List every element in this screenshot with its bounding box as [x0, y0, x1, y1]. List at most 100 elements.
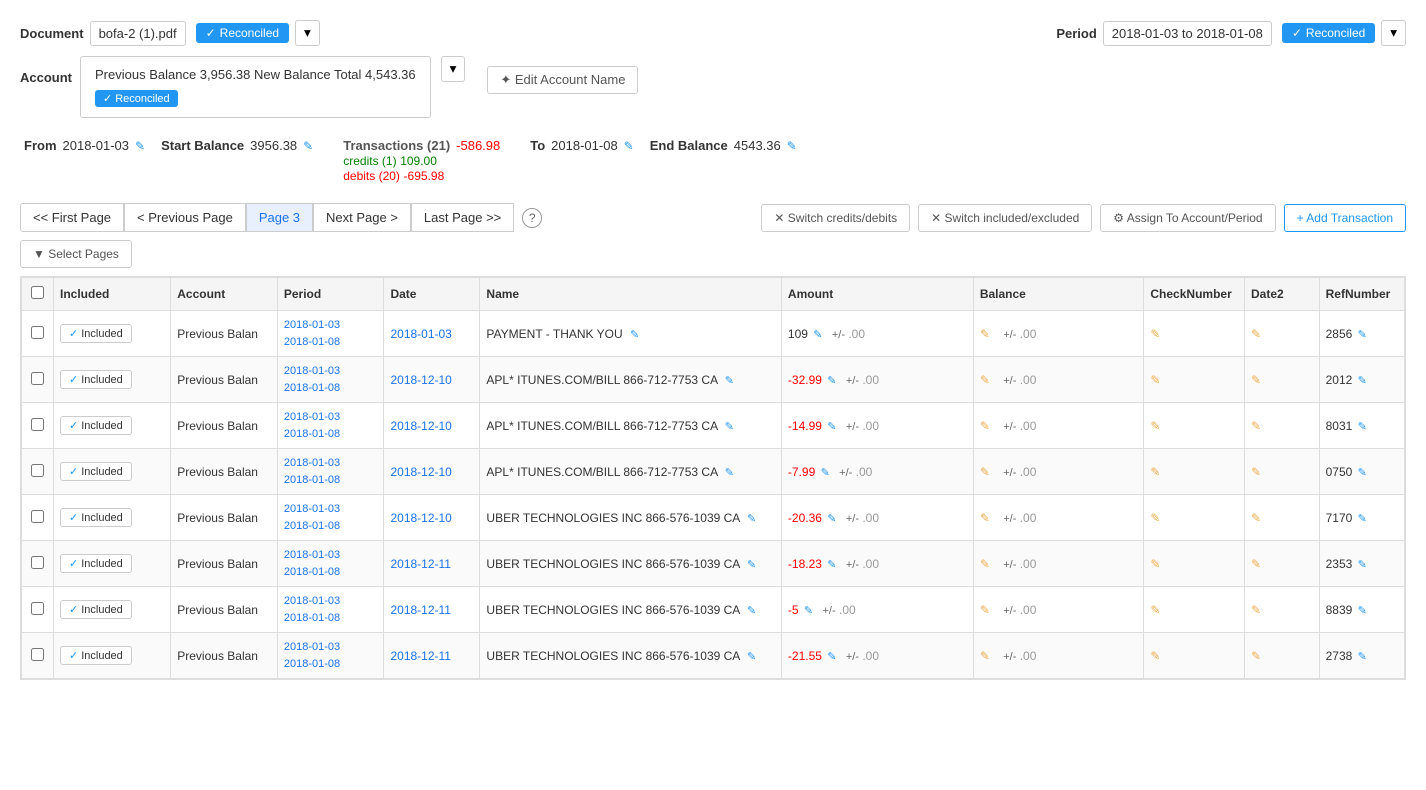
amount-plus-minus[interactable]: +/-	[846, 513, 859, 525]
balance-plus-minus[interactable]: +/-	[1003, 651, 1016, 663]
period-from-date[interactable]: 2018-01-03	[284, 593, 378, 610]
balance-edit-icon[interactable]: ✎	[980, 373, 990, 387]
help-icon[interactable]: ?	[522, 208, 542, 228]
row-checkbox-7[interactable]	[31, 648, 44, 661]
period-to-date[interactable]: 2018-01-08	[284, 656, 378, 673]
first-page-button[interactable]: << First Page	[20, 203, 124, 232]
name-edit-icon[interactable]: ✎	[725, 467, 734, 479]
balance-edit-icon[interactable]: ✎	[980, 649, 990, 663]
row-checkbox-3[interactable]	[31, 464, 44, 477]
row-checkbox-1[interactable]	[31, 372, 44, 385]
refnum-edit-icon[interactable]: ✎	[1358, 329, 1367, 341]
date2-edit-icon[interactable]: ✎	[1251, 649, 1261, 663]
balance-edit-icon[interactable]: ✎	[980, 419, 990, 433]
amount-edit-icon[interactable]: ✎	[827, 375, 836, 387]
switch-credits-debits-button[interactable]: ✕ Switch credits/debits	[761, 204, 910, 232]
add-transaction-button[interactable]: + Add Transaction	[1284, 204, 1406, 232]
refnum-edit-icon[interactable]: ✎	[1358, 513, 1367, 525]
balance-edit-icon[interactable]: ✎	[980, 465, 990, 479]
checknum-edit-icon[interactable]: ✎	[1150, 327, 1160, 341]
period-from-date[interactable]: 2018-01-03	[284, 639, 378, 656]
amount-plus-minus[interactable]: +/-	[846, 651, 859, 663]
included-badge[interactable]: ✓ Included	[60, 508, 132, 527]
period-to-date[interactable]: 2018-01-08	[284, 610, 378, 627]
select-pages-button[interactable]: ▼ Select Pages	[20, 240, 132, 268]
checknum-edit-icon[interactable]: ✎	[1150, 603, 1160, 617]
switch-included-excluded-button[interactable]: ✕ Switch included/excluded	[918, 204, 1092, 232]
balance-plus-minus[interactable]: +/-	[1003, 329, 1016, 341]
included-badge[interactable]: ✓ Included	[60, 416, 132, 435]
row-checkbox-4[interactable]	[31, 510, 44, 523]
included-badge[interactable]: ✓ Included	[60, 370, 132, 389]
date2-edit-icon[interactable]: ✎	[1251, 327, 1261, 341]
date2-edit-icon[interactable]: ✎	[1251, 603, 1261, 617]
amount-plus-minus[interactable]: +/-	[846, 559, 859, 571]
name-edit-icon[interactable]: ✎	[747, 605, 756, 617]
name-edit-icon[interactable]: ✎	[747, 651, 756, 663]
checknum-edit-icon[interactable]: ✎	[1150, 649, 1160, 663]
name-edit-icon[interactable]: ✎	[725, 375, 734, 387]
name-edit-icon[interactable]: ✎	[747, 559, 756, 571]
period-to-date[interactable]: 2018-01-08	[284, 564, 378, 581]
edit-account-name-button[interactable]: ✦ Edit Account Name	[487, 66, 638, 94]
period-to-date[interactable]: 2018-01-08	[284, 518, 378, 535]
amount-plus-minus[interactable]: +/-	[822, 605, 835, 617]
checknum-edit-icon[interactable]: ✎	[1150, 419, 1160, 433]
refnum-edit-icon[interactable]: ✎	[1358, 467, 1367, 479]
amount-edit-icon[interactable]: ✎	[821, 467, 830, 479]
end-balance-edit-icon[interactable]: ✎	[787, 139, 797, 153]
period-from-date[interactable]: 2018-01-03	[284, 547, 378, 564]
period-to-date[interactable]: 2018-01-08	[284, 426, 378, 443]
balance-edit-icon[interactable]: ✎	[980, 557, 990, 571]
row-checkbox-0[interactable]	[31, 326, 44, 339]
period-from-date[interactable]: 2018-01-03	[284, 317, 378, 334]
to-edit-icon[interactable]: ✎	[624, 139, 634, 153]
date2-edit-icon[interactable]: ✎	[1251, 557, 1261, 571]
period-to-date[interactable]: 2018-01-08	[284, 334, 378, 351]
amount-edit-icon[interactable]: ✎	[827, 513, 836, 525]
balance-edit-icon[interactable]: ✎	[980, 327, 990, 341]
balance-plus-minus[interactable]: +/-	[1003, 421, 1016, 433]
amount-edit-icon[interactable]: ✎	[804, 605, 813, 617]
refnum-edit-icon[interactable]: ✎	[1358, 651, 1367, 663]
checknum-edit-icon[interactable]: ✎	[1150, 511, 1160, 525]
balance-edit-icon[interactable]: ✎	[980, 511, 990, 525]
row-checkbox-5[interactable]	[31, 556, 44, 569]
included-badge[interactable]: ✓ Included	[60, 554, 132, 573]
balance-plus-minus[interactable]: +/-	[1003, 559, 1016, 571]
checknum-edit-icon[interactable]: ✎	[1150, 557, 1160, 571]
row-checkbox-2[interactable]	[31, 418, 44, 431]
amount-plus-minus[interactable]: +/-	[846, 375, 859, 387]
period-from-date[interactable]: 2018-01-03	[284, 409, 378, 426]
amount-edit-icon[interactable]: ✎	[827, 421, 836, 433]
select-all-checkbox[interactable]	[31, 286, 44, 299]
amount-edit-icon[interactable]: ✎	[827, 651, 836, 663]
row-checkbox-6[interactable]	[31, 602, 44, 615]
amount-edit-icon[interactable]: ✎	[813, 329, 822, 341]
included-badge[interactable]: ✓ Included	[60, 324, 132, 343]
amount-edit-icon[interactable]: ✎	[827, 559, 836, 571]
refnum-edit-icon[interactable]: ✎	[1358, 605, 1367, 617]
date2-edit-icon[interactable]: ✎	[1251, 373, 1261, 387]
period-from-date[interactable]: 2018-01-03	[284, 363, 378, 380]
balance-edit-icon[interactable]: ✎	[980, 603, 990, 617]
included-badge[interactable]: ✓ Included	[60, 600, 132, 619]
name-edit-icon[interactable]: ✎	[725, 421, 734, 433]
document-dropdown-button[interactable]: ▾	[295, 20, 320, 46]
period-from-date[interactable]: 2018-01-03	[284, 455, 378, 472]
period-from-date[interactable]: 2018-01-03	[284, 501, 378, 518]
date2-edit-icon[interactable]: ✎	[1251, 465, 1261, 479]
assign-account-period-button[interactable]: ⚙ Assign To Account/Period	[1100, 204, 1275, 232]
current-page-button[interactable]: Page 3	[246, 203, 313, 232]
amount-plus-minus[interactable]: +/-	[846, 421, 859, 433]
included-badge[interactable]: ✓ Included	[60, 646, 132, 665]
balance-plus-minus[interactable]: +/-	[1003, 605, 1016, 617]
refnum-edit-icon[interactable]: ✎	[1358, 421, 1367, 433]
balance-plus-minus[interactable]: +/-	[1003, 513, 1016, 525]
checknum-edit-icon[interactable]: ✎	[1150, 465, 1160, 479]
period-to-date[interactable]: 2018-01-08	[284, 380, 378, 397]
amount-plus-minus[interactable]: +/-	[839, 467, 852, 479]
name-edit-icon[interactable]: ✎	[747, 513, 756, 525]
from-edit-icon[interactable]: ✎	[135, 139, 145, 153]
period-dropdown-button[interactable]: ▾	[1381, 20, 1406, 46]
